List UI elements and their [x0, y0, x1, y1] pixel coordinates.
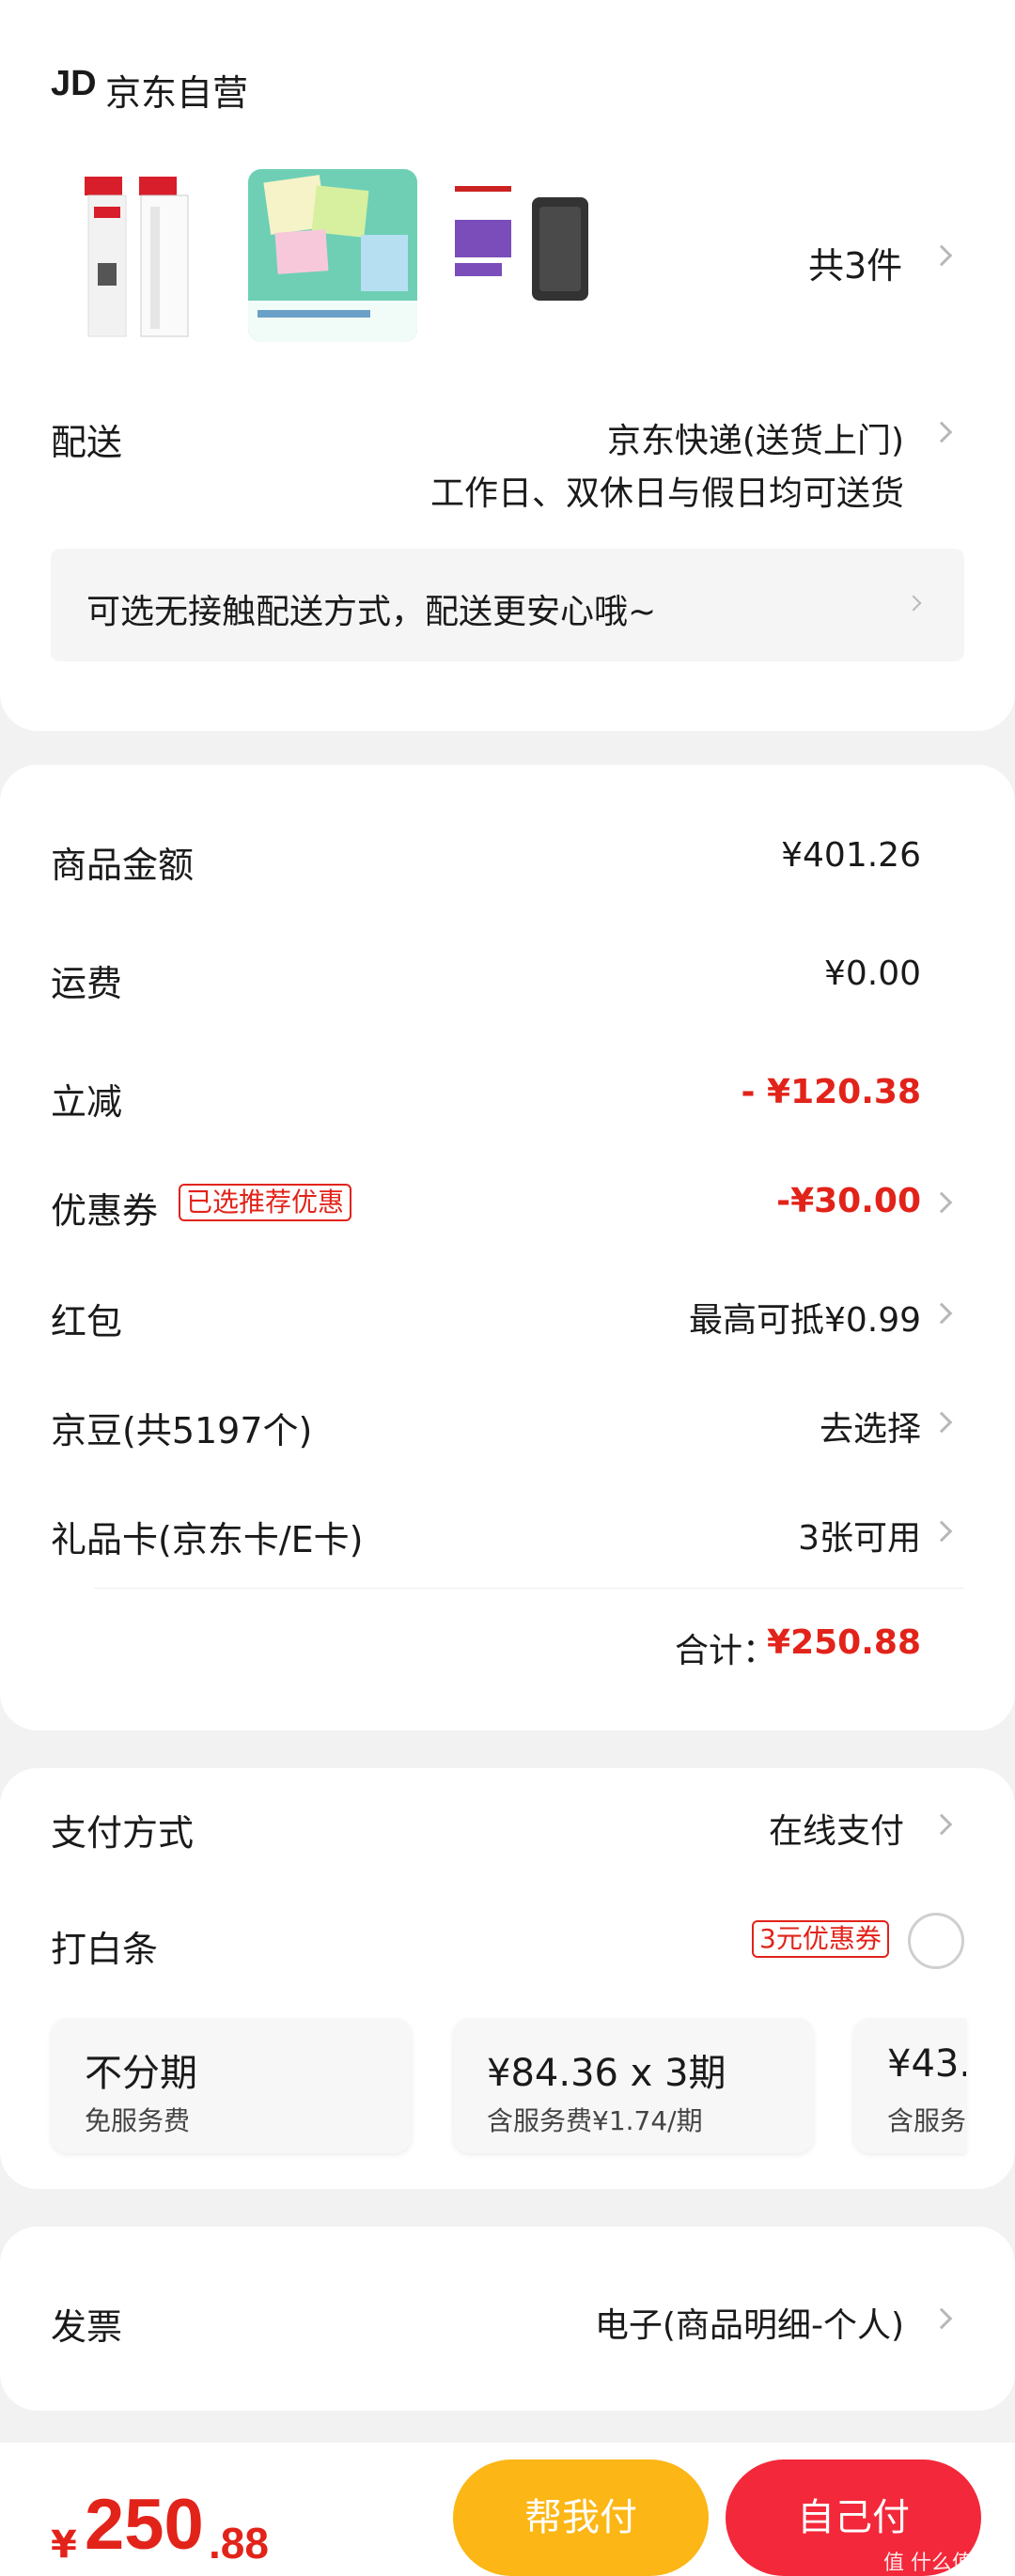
invoice-label: 发票: [51, 2306, 123, 2348]
divider: [94, 1588, 964, 1589]
redpack-label: 红包: [51, 1301, 123, 1342]
store-name: 京东自营: [105, 72, 249, 114]
contactless-text: 可选无接触配送方式，配送更安心哦~: [86, 593, 657, 631]
plan-title: ¥43.: [887, 2042, 966, 2086]
plan-title: 不分期: [85, 2052, 197, 2095]
product-count[interactable]: 共3件: [808, 237, 902, 288]
product-thumb-2[interactable]: [248, 169, 417, 342]
redpack-value[interactable]: 最高可抵¥0.99: [689, 1293, 921, 1342]
delivery-method[interactable]: 京东快递(送货上门): [607, 413, 904, 462]
chevron-right-icon: [905, 595, 922, 612]
coupon-label: 优惠券: [51, 1190, 159, 1232]
instant-discount-value: - ¥120.38: [741, 1073, 921, 1111]
coupon-value[interactable]: -¥30.00: [776, 1182, 921, 1220]
delivery-schedule: 工作日、双休日与假日均可送货: [429, 474, 904, 513]
baitiao-radio[interactable]: [908, 1913, 964, 1969]
plan-title: ¥84.36 x 3期: [487, 2052, 726, 2095]
coupon-selected-tag: 已选推荐优惠: [179, 1184, 352, 1221]
plan-sub: 免服务费: [85, 2105, 191, 2136]
plan-sub: 含服务: [887, 2105, 966, 2136]
product-thumb-1[interactable]: [47, 169, 216, 342]
plan-sub: 含服务费¥1.74/期: [487, 2105, 703, 2136]
installment-plan-6[interactable]: ¥43. 含服务: [853, 2018, 966, 2153]
pay-amount-int: 250: [85, 2485, 204, 2565]
total-value: ¥250.88: [767, 1623, 921, 1662]
contactless-banner[interactable]: 可选无接触配送方式，配送更安心哦~: [51, 549, 964, 661]
jingdou-value[interactable]: 去选择: [820, 1402, 921, 1451]
giftcard-value[interactable]: 3张可用: [798, 1511, 921, 1560]
pay-currency: ¥: [51, 2523, 77, 2567]
jd-logo: JD: [51, 64, 97, 103]
baitiao-coupon-tag: 3元优惠券: [752, 1920, 889, 1958]
payment-method-label: 支付方式: [51, 1812, 195, 1854]
pay-amount-dec: .88: [209, 2519, 269, 2568]
price-card: [0, 765, 1015, 1730]
goods-amount-label: 商品金额: [51, 845, 195, 886]
delivery-label: 配送: [51, 422, 123, 463]
instant-discount-label: 立减: [51, 1081, 123, 1123]
freight-label: 运费: [51, 963, 123, 1004]
freight-value: ¥0.00: [823, 954, 921, 993]
watermark-text: 值 什么值得买: [883, 2552, 1014, 2575]
giftcard-label: 礼品卡(京东卡/E卡): [51, 1519, 364, 1560]
installment-plan-none[interactable]: 不分期 免服务费: [51, 2018, 412, 2153]
installment-plan-3[interactable]: ¥84.36 x 3期 含服务费¥1.74/期: [453, 2018, 814, 2153]
goods-amount-value: ¥401.26: [781, 836, 921, 875]
product-thumb-3[interactable]: [449, 169, 618, 342]
jingdou-label: 京豆(共5197个): [51, 1410, 313, 1451]
baitiao-label: 打白条: [51, 1929, 159, 1970]
total-label: 合计：: [675, 1632, 777, 1670]
invoice-value[interactable]: 电子(商品明细-个人): [595, 2298, 904, 2347]
help-pay-button[interactable]: 帮我付: [453, 2460, 709, 2576]
payment-method-value[interactable]: 在线支付: [769, 1804, 904, 1853]
